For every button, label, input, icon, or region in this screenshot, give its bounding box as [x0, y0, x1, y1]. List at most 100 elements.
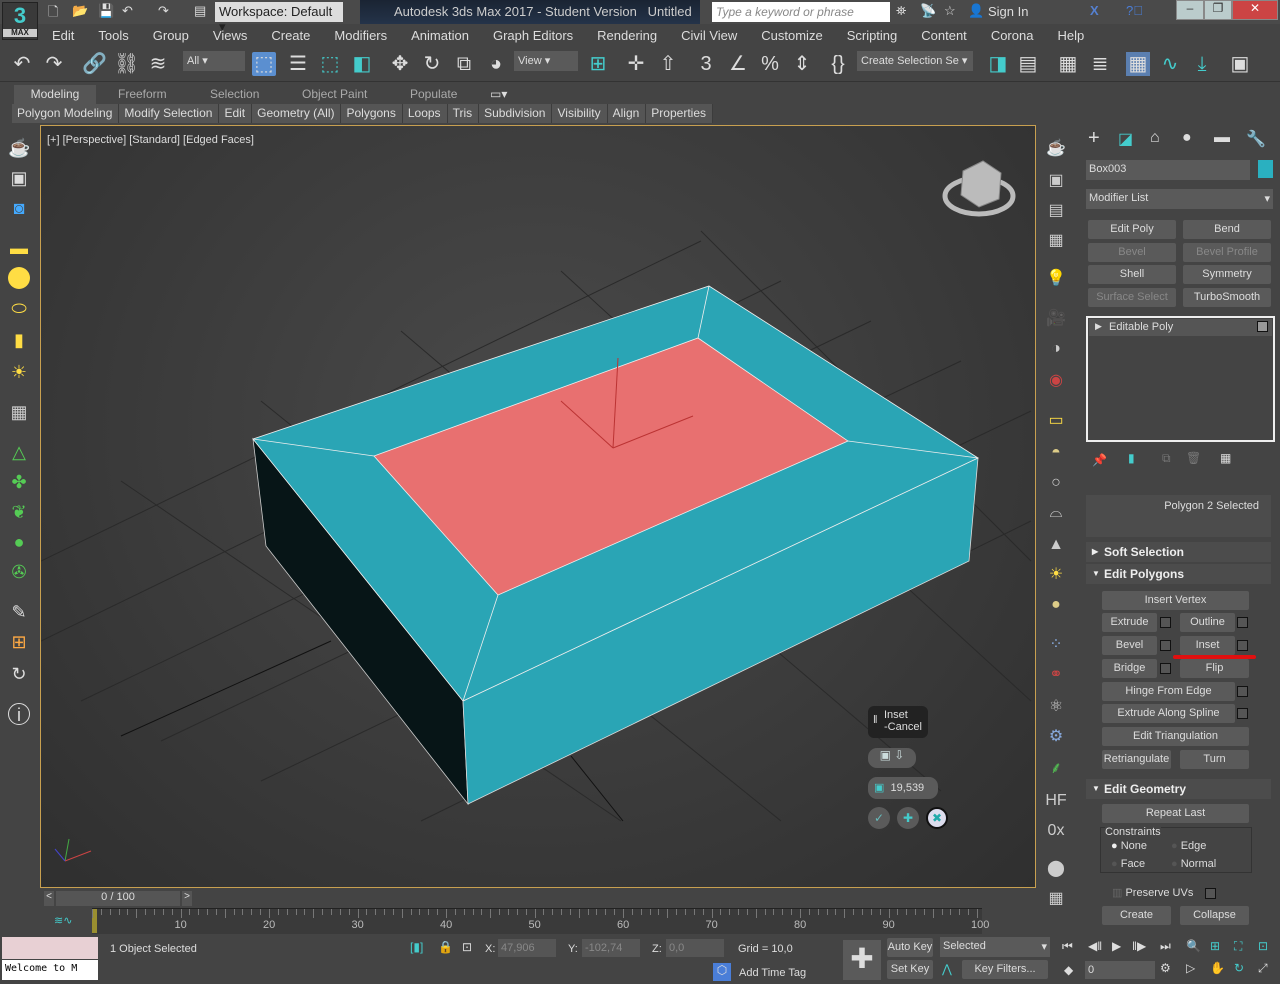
bevel-button[interactable]: Bevel	[1102, 636, 1157, 655]
set-key-button[interactable]: Set Key	[887, 960, 933, 979]
curve-editor-icon[interactable]: ∿	[1158, 52, 1182, 76]
select-by-name-icon[interactable]: ☰	[286, 52, 310, 76]
z-coordinate-field[interactable]: 0,0	[666, 939, 724, 957]
prev-key-icon[interactable]: ◀‖	[1088, 939, 1102, 953]
motion-icon[interactable]: ↻	[8, 663, 30, 685]
lock-icon[interactable]: 🔒	[438, 940, 453, 954]
foliage-icon[interactable]: ●	[8, 531, 30, 553]
camera-icon[interactable]: 🎥	[1045, 308, 1067, 330]
material-editor-icon[interactable]: ▣	[1228, 52, 1252, 76]
place-icon[interactable]: ◕	[484, 52, 508, 76]
exchange-icon[interactable]: X	[1090, 3, 1099, 21]
hierarchy-icon[interactable]: ⊞	[8, 631, 30, 653]
open-file-icon[interactable]: 📂	[72, 3, 88, 21]
plane-icon[interactable]: ▬	[8, 237, 30, 259]
help-icon[interactable]: ?⃝	[1126, 3, 1143, 21]
grass-icon[interactable]: ⸙	[1045, 758, 1067, 780]
panel-geometry-all[interactable]: Geometry (All)	[252, 104, 341, 123]
edit-triangulation-button[interactable]: Edit Triangulation	[1102, 727, 1249, 746]
expand-icon[interactable]: ▶	[1095, 321, 1102, 332]
auto-key-button[interactable]: Auto Key	[887, 938, 933, 957]
redo-icon[interactable]: ↷	[42, 52, 66, 76]
restore-button[interactable]: ❐	[1204, 0, 1232, 20]
insert-vertex-button[interactable]: Insert Vertex	[1102, 591, 1249, 610]
tab-freeform[interactable]: Freeform	[118, 87, 167, 101]
viewcube[interactable]	[942, 160, 1016, 217]
extrude-along-spline-button[interactable]: Extrude Along Spline	[1102, 704, 1235, 723]
ball-icon[interactable]: ●	[1045, 594, 1067, 616]
panel-subdivision[interactable]: Subdivision	[479, 104, 552, 123]
caddy-cancel-button[interactable]: ✖	[926, 807, 948, 829]
flip-button[interactable]: Flip	[1180, 659, 1249, 678]
menu-group[interactable]: Group	[153, 28, 189, 43]
close-button[interactable]: ✕	[1232, 0, 1278, 20]
bevel-modifier-button[interactable]: Bevel	[1088, 243, 1176, 262]
collapse-button[interactable]: Collapse	[1180, 906, 1249, 925]
pin-stack-icon[interactable]: 📌	[1092, 453, 1107, 467]
object-name-field[interactable]: Box003	[1086, 160, 1250, 180]
symmetry-button[interactable]: Symmetry	[1183, 265, 1271, 284]
play-icon[interactable]: ▶	[1112, 939, 1121, 953]
time-slider[interactable]: 0 / 100	[56, 891, 180, 906]
grid-icon[interactable]: ▦	[1045, 888, 1067, 910]
panel-polygons[interactable]: Polygons	[341, 104, 402, 123]
snap-toggle-icon[interactable]: 3	[694, 52, 718, 76]
satellite-icon[interactable]: 📡	[920, 3, 936, 21]
caddy-grip-icon[interactable]: ‖	[873, 714, 878, 726]
percent-snap-icon[interactable]: %	[758, 52, 782, 76]
inset-button[interactable]: Inset	[1180, 636, 1235, 655]
add-time-tag[interactable]: Add Time Tag	[739, 967, 806, 979]
tab-modeling[interactable]: Modeling	[14, 85, 96, 104]
constraint-none-radio[interactable]: ● None	[1111, 840, 1147, 852]
isolate-icon[interactable]: [▮]	[410, 940, 423, 954]
teapot-icon[interactable]: ☕	[1045, 138, 1067, 160]
panel-modify-selection[interactable]: Modify Selection	[119, 104, 219, 123]
menu-scripting[interactable]: Scripting	[847, 28, 898, 43]
hinge-settings-button[interactable]	[1237, 686, 1248, 697]
paint-icon[interactable]: ✎	[8, 601, 30, 623]
caddy-cancel[interactable]: -Cancel	[884, 721, 924, 733]
perspective-viewport[interactable]: [+] [Perspective] [Standard] [Edged Face…	[40, 125, 1036, 888]
menu-civil-view[interactable]: Civil View	[681, 28, 737, 43]
bind-spacewarp-icon[interactable]: ≋	[146, 52, 170, 76]
bridge-button[interactable]: Bridge	[1102, 659, 1157, 678]
cone-icon[interactable]: ▲	[1045, 534, 1067, 556]
go-to-start-icon[interactable]: ⏮	[1062, 939, 1073, 954]
track-bar[interactable]: 10 20 30 40 50 60 70 80 90 100	[92, 908, 989, 934]
panel-polygon-modeling[interactable]: Polygon Modeling	[12, 104, 119, 123]
configure-sets-icon[interactable]: ▦	[1220, 451, 1231, 465]
save-icon[interactable]: 💾	[98, 3, 114, 21]
menu-help[interactable]: Help	[1057, 28, 1084, 43]
remove-modifier-icon[interactable]: 🗑	[1186, 451, 1201, 465]
constraint-normal-radio[interactable]: ● Normal	[1171, 858, 1216, 870]
stack-toggle[interactable]	[1257, 321, 1268, 332]
panel-properties[interactable]: Properties	[646, 104, 712, 123]
make-unique-icon[interactable]: ⧉	[1162, 451, 1171, 466]
time-config-icon[interactable]: ⚙	[1160, 961, 1171, 975]
search-input[interactable]: Type a keyword or phrase	[712, 2, 890, 22]
window-crossing-icon[interactable]: ◧	[350, 52, 374, 76]
x-coordinate-field[interactable]: 47,906	[498, 939, 556, 957]
reference-coord-dropdown[interactable]: View ▾	[514, 51, 578, 71]
outline-button[interactable]: Outline	[1180, 613, 1235, 632]
caddy-apply-button[interactable]: ✚	[897, 807, 919, 829]
maxscript-listener[interactable]	[2, 937, 98, 959]
redo-icon[interactable]: ↷	[158, 3, 169, 21]
bulb-icon[interactable]: 💡	[1045, 268, 1067, 290]
hierarchy-tab-icon[interactable]: ⌂	[1150, 129, 1160, 147]
menu-views[interactable]: Views	[213, 28, 247, 43]
create-tab-icon[interactable]: +	[1088, 127, 1100, 150]
particles-icon[interactable]: ⁘	[1045, 634, 1067, 656]
create-button[interactable]: Create	[1102, 906, 1171, 925]
tab-selection[interactable]: Selection	[210, 87, 259, 101]
maximize-viewport-icon[interactable]: ⤢	[1258, 961, 1268, 976]
edit-polygons-rollout[interactable]: ▼ Edit Polygons	[1086, 564, 1271, 584]
named-selection-dropdown[interactable]: Create Selection Se ▾	[857, 51, 973, 71]
extrude-spline-settings-button[interactable]	[1237, 708, 1248, 719]
menu-modifiers[interactable]: Modifiers	[334, 28, 387, 43]
cylinder-icon[interactable]: ▮	[8, 329, 30, 351]
basket-icon[interactable]: ⌓	[1045, 502, 1067, 524]
menu-edit[interactable]: Edit	[52, 28, 74, 43]
bevel-profile-button[interactable]: Bevel Profile	[1183, 243, 1271, 262]
utilities-tab-icon[interactable]: 🔧	[1246, 129, 1266, 149]
